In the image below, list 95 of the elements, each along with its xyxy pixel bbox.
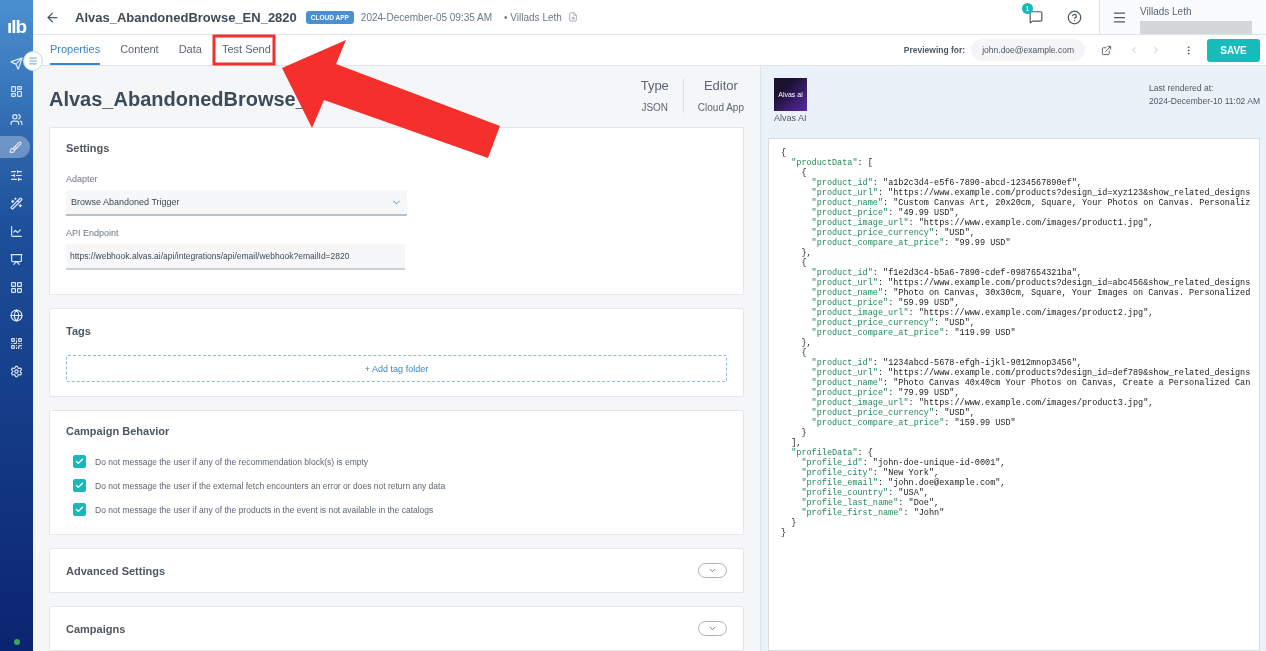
app-name: Alvas AI [774, 113, 807, 123]
sliders-icon [10, 168, 23, 182]
highlight-frame [212, 34, 276, 66]
section-title: Advanced Settings [66, 564, 166, 577]
add-tag-folder-button[interactable]: + Add tag folder [66, 355, 727, 382]
code-line: "profile_country": "USA", [800, 488, 930, 498]
code-line: } [800, 428, 808, 438]
adapter-dropdown[interactable]: Browse Abandoned Trigger [66, 190, 407, 216]
meta-value: JSON [641, 102, 669, 113]
code-line: "product_price": "79.99 USD", [810, 388, 961, 398]
external-link-icon[interactable] [1100, 44, 1112, 56]
code-line: "product_url": "https://www.example.com/products?design_id=def789&show_related_designs [810, 368, 1252, 378]
back-icon[interactable] [44, 9, 60, 25]
code-line: "profile_city": "New York", [800, 468, 941, 478]
code-line: "product_name": "Custom Canvas Art, 20x20cm, Square, Your Photos on Canvas. Personaliz [810, 198, 1252, 208]
code-line: "product_image_url": "https://www.example.com/images/product2.jpg", [810, 308, 1155, 318]
help-icon[interactable] [1066, 9, 1082, 25]
send-icon [10, 56, 23, 70]
meta-label: Type [640, 78, 669, 93]
tab[interactable]: Data [178, 35, 202, 65]
code-line: "product_price": "59.99 USD", [810, 298, 961, 308]
code-line: "profile_last_name": "Doe", [800, 498, 941, 508]
code-line: "product_compare_at_price": "159.99 USD" [810, 418, 1017, 428]
meta-value: Cloud App [697, 102, 744, 113]
code-line: "product_name": "Photo Canvas 40x40cm Your Photos on Canvas, Create a Personalized Can [810, 378, 1252, 388]
menu-icon[interactable] [1111, 9, 1127, 25]
code-line: } [790, 518, 798, 528]
checkbox-label: Do not message the user if any of the products in the event is not available in the catalogs [95, 504, 434, 515]
code-line: "profile_id": "john-doe-unique-id-0001", [800, 458, 1007, 468]
code-line: "profile_email": "john.doe@example.com", [800, 478, 1007, 488]
globe-icon [10, 308, 23, 322]
checkbox-label: Do not message the user if any of the recommendation block(s) is empty [95, 456, 369, 467]
code-line: "product_price_currency": "USD", [810, 408, 976, 418]
section-title: Settings [66, 142, 111, 154]
section-title: Campaigns [66, 622, 126, 635]
code-line: { [800, 348, 808, 358]
field-label: API Endpoint [66, 228, 120, 238]
preview-email-field[interactable]: john.doe@example.com [971, 39, 1085, 61]
brush-icon [8, 140, 22, 154]
magic-wand-icon [10, 196, 23, 210]
code-line: "product_price_currency": "USD", [810, 318, 976, 328]
status-dot [13, 639, 20, 645]
line-chart-icon [10, 224, 23, 238]
code-line: "product_id": "1234abcd-5678-efgh-ijkl-9012mnop3456", [810, 358, 1083, 368]
settings-icon [10, 364, 23, 378]
section-title: Tags [66, 325, 92, 337]
section-title: Campaign Behavior [66, 425, 171, 437]
meta-label: Editor [703, 78, 738, 93]
code-line: "profileData": { [790, 448, 874, 458]
code-line: "product_url": "https://www.example.com/products?design_id=xyz123&show_related_designs [810, 188, 1252, 198]
tab[interactable]: Content [120, 35, 159, 65]
chevron-down-icon [708, 566, 717, 575]
code-line: "product_id": "f1e2d3c4-b5a6-7890-cdef-0987654321ba", [810, 268, 1083, 278]
code-line: { [781, 148, 788, 158]
code-line: "productData": [ [790, 158, 874, 168]
code-line: "product_price": "49.99 USD", [810, 208, 961, 218]
previewing-label: Previewing for: [903, 45, 966, 55]
code-line: } [781, 528, 788, 538]
author-name: • Villads Leth [504, 11, 562, 23]
code-line: "product_id": "a1b2c3d4-e5f6-7890-abcd-1234567890ef", [810, 178, 1083, 188]
code-line: "profile_first_name": "John" [800, 508, 946, 518]
created-date: 2024-December-05 09:35 AM [360, 11, 493, 23]
grid-icon [10, 280, 23, 294]
code-line: "product_image_url": "https://www.example.com/images/product3.jpg", [810, 398, 1155, 408]
code-line: "product_price_currency": "USD", [810, 228, 976, 238]
code-line: }, [800, 338, 813, 348]
code-line: "product_compare_at_price": "119.99 USD" [810, 328, 1017, 338]
checkbox[interactable] [73, 479, 86, 492]
app-logo[interactable]: ılb [6, 16, 27, 46]
code-line: { [800, 168, 808, 178]
chat-icon[interactable] [1029, 10, 1043, 24]
people-icon [10, 112, 23, 126]
code-line: "product_compare_at_price": "99.99 USD" [810, 238, 1012, 248]
render-time: 2024-December-10 11:02 AM [1149, 95, 1260, 108]
user-name: Villads Leth [1140, 5, 1192, 17]
endpoint-input[interactable]: https://webhook.alvas.ai/api/integrations/api/email/webhook?emailId=2820 [66, 244, 405, 270]
field-label: Adapter [66, 174, 99, 184]
menu-icon [28, 56, 38, 66]
code-line: { [800, 258, 808, 268]
sidebar-item[interactable] [0, 136, 30, 158]
code-line: "product_url": "https://www.example.com/products?design_id=abc456&show_related_designs [810, 278, 1252, 288]
code-line: "product_name": "Photo on Canvas, 30x30cm, Square, Your Images on Canvas. Personalized [810, 288, 1252, 298]
campaign-title: Alvas_AbandonedBrowse_EN_2820 [75, 9, 297, 25]
code-line: }, [800, 248, 813, 258]
tab[interactable]: Test Send [221, 35, 271, 65]
presentation-icon [10, 252, 23, 266]
code-line: ], [790, 438, 803, 448]
code-line: "product_image_url": "https://www.example.com/images/product1.jpg", [810, 218, 1155, 228]
checkbox[interactable] [73, 503, 86, 516]
checkbox[interactable] [73, 455, 86, 468]
layers-icon [10, 84, 23, 98]
checkbox-label: Do not message the user if the external fetch encounters an error or does not return any data [95, 480, 446, 491]
qr-code-icon [10, 336, 23, 350]
render-label: Last rendered at: [1149, 82, 1215, 95]
chevron-down-icon [708, 624, 717, 633]
